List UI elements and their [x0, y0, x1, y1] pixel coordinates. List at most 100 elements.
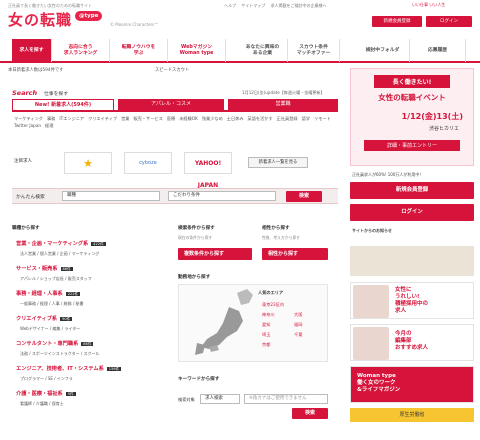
nav-history[interactable]: 応募履歴 [410, 39, 466, 62]
jobcat-label[interactable]: 事務・経理・人事系 [16, 291, 63, 297]
keyword-input[interactable]: ※角カナはご使用できません [244, 394, 328, 404]
tag-link[interactable]: 事務 [47, 116, 55, 121]
search-subheading: 仕事を探す [44, 92, 68, 97]
tag-link[interactable]: 経理 [45, 123, 53, 128]
sitemap-link[interactable]: サイトマップ [241, 3, 265, 8]
nav-folder[interactable]: 検討中フォルダ [356, 39, 410, 62]
nav-ranking[interactable]: 志向に合う 求人ランキング [52, 39, 110, 62]
new-jobs-list-button[interactable]: 新着求人一覧を見る [248, 157, 308, 168]
area-link[interactable]: 東京23区内 [262, 302, 284, 308]
employer-link[interactable]: 求人掲載をご検討中の企業様へ [271, 3, 327, 8]
jobcat-sub[interactable]: 法人営業 / 個人営業 / 企画 / マーケティング [20, 251, 99, 257]
multi-cond-button[interactable]: 複数条件から探す [178, 248, 252, 260]
japan-map[interactable] [178, 284, 328, 362]
tag-link[interactable]: 語学 [302, 116, 310, 121]
tag-link[interactable]: ITエンジニア [59, 116, 84, 121]
keyword-search-button[interactable]: 検索 [292, 408, 328, 419]
tag-link[interactable]: マーケティング [14, 116, 43, 121]
tag-link[interactable]: Twitter Japan [14, 123, 41, 128]
corp-logo-cyboze[interactable]: cyboze [124, 152, 172, 174]
corp-logo-yahoo[interactable]: YAHOO! JAPAN [184, 152, 232, 189]
jobcat-item[interactable]: 営業・企画・マーケティング系 422件 [16, 240, 106, 247]
tag-link[interactable]: 英語を活かす [248, 116, 273, 121]
corp-logo-star[interactable]: ★ [64, 152, 112, 174]
tag-link[interactable]: リモート [314, 116, 331, 121]
banner-subtitle: 女性の転職イベント [378, 93, 446, 102]
popular-area-label: 人気のエリア [258, 290, 284, 295]
promo-card[interactable]: Woman type 働く女のワーク &ライフマガジン [350, 366, 474, 403]
news-bar: 本日新着求人数は594件です スピードスカウト [8, 67, 328, 76]
map-heading: 勤務地から探す [178, 275, 211, 280]
nav-interested-companies[interactable]: あなたに興味の ある企業 [238, 39, 288, 62]
area-link[interactable]: 大阪 [294, 312, 302, 318]
jobcat-sub[interactable]: 法務 / スポーツインストラクター / スクール [20, 351, 99, 357]
nav-knowhow[interactable]: 転職ノウハウを 学ぶ [110, 39, 168, 62]
news-item[interactable]: スピードスカウト [155, 68, 189, 73]
jobcat-sub[interactable]: 一般事務 / 経理 / 人事 / 総務 / 秘書 [20, 301, 84, 307]
jobcat-sub[interactable]: アパレル / ショップ店長 / 販売スタッフ [20, 276, 92, 282]
featured-label: 注目求人 [14, 159, 32, 164]
condition-select[interactable]: こだわり条件 [168, 191, 276, 201]
tag-cloud: マーケティング 事務 ITエンジニア クリエイティブ 営業 販売・サービス 医療 未経験OK 残… [14, 116, 336, 130]
area-link[interactable]: 京都 [262, 342, 270, 348]
tag-link[interactable]: 土日休み [227, 116, 244, 121]
tag-link[interactable]: 販売・サービス [133, 116, 162, 121]
promo-card[interactable]: 女性に うれしい! 積極採用中の 求人 [350, 282, 474, 319]
tag-link[interactable]: 正社員登録 [277, 116, 298, 121]
side-login-button[interactable]: ログイン [350, 204, 474, 221]
jobcat-item[interactable]: コンサルタント・専門職系 86件 [16, 340, 94, 347]
jobcat-item[interactable]: クリエイティブ系 90件 [16, 315, 73, 322]
nav-scout-offer[interactable]: スカウト条件 マッチオファー [288, 39, 340, 62]
site-logo[interactable]: 女の転職 [8, 9, 72, 30]
banner-cta[interactable]: 詳細・事前エントリー [364, 140, 460, 151]
tag-link[interactable]: 残業少なめ [202, 116, 223, 121]
jobcat-label[interactable]: コンサルタント・専門職系 [16, 341, 78, 347]
tab-sales[interactable]: 営業職 [228, 99, 338, 110]
tag-link[interactable]: 医療 [167, 116, 175, 121]
area-link[interactable]: 千葉 [294, 332, 302, 338]
tag-link[interactable]: 未経験OK [179, 116, 198, 121]
jobcat-item[interactable]: エンジニア、技術者、IT・システム系 156件 [16, 365, 122, 372]
moomin-banner[interactable] [350, 246, 474, 276]
promo-card-label: 今月の 編集部 おすすめ求人 [395, 331, 429, 352]
aisho-button[interactable]: 相性から探す [262, 248, 328, 260]
jobcat-item[interactable]: サービス・販売系 86件 [16, 265, 73, 272]
side-new-member-button[interactable]: 新規会員登録 [350, 182, 474, 199]
jobcat-label[interactable]: サービス・販売系 [16, 266, 58, 272]
promo-card[interactable]: 今月の 編集部 おすすめ求人 [350, 324, 474, 361]
jobcat-sub[interactable]: プログラマー / SE / インフラ [20, 376, 73, 382]
update-date: 1月12日(金)update【毎週火曜・金曜更新】 [242, 90, 325, 95]
tag-link[interactable]: 営業 [121, 116, 129, 121]
keyword-target-select[interactable]: 求人検索 [200, 394, 240, 404]
area-link[interactable]: 神奈川 [262, 312, 275, 318]
jobcat-label[interactable]: エンジニア、技術者、IT・システム系 [16, 366, 104, 372]
jobcat-sub[interactable]: 看護師 / 介護職 / 保育士 [20, 401, 64, 407]
jobcat-label[interactable]: 介護・医療・福祉系 [16, 391, 63, 397]
area-link[interactable]: 埼玉 [262, 332, 270, 338]
new-member-button[interactable]: 新規会員登録 [372, 16, 422, 27]
jobcat-label[interactable]: クリエイティブ系 [16, 316, 57, 322]
search-button[interactable]: 検索 [286, 191, 322, 202]
jobcat-label[interactable]: 営業・企画・マーケティング系 [16, 241, 88, 247]
login-button[interactable]: ログイン [426, 16, 472, 27]
area-link[interactable]: 福岡 [294, 322, 302, 328]
tab-apparel[interactable]: アパレル・コスメ [118, 99, 224, 110]
jobcat-count: 86件 [81, 342, 94, 346]
jobcat-count: 422件 [91, 242, 106, 246]
help-link[interactable]: ヘルプ [224, 3, 236, 8]
job-type-select[interactable]: 職種 [62, 191, 160, 201]
area-link[interactable]: 愛知 [262, 322, 270, 328]
jobcat-heading: 職種から探す [12, 226, 40, 231]
tag-link[interactable]: クリエイティブ [88, 116, 117, 121]
nav-webmagazine[interactable]: Webマガジン Woman type [168, 39, 226, 62]
jobcat-item[interactable]: 介護・医療・福祉系 5件 [16, 390, 76, 397]
nav-find-jobs[interactable]: 求人を探す [12, 39, 52, 62]
tab-new-jobs[interactable]: New! 新着求人(594件) [12, 99, 114, 110]
news-item[interactable]: 本日新着求人数は594件です [8, 68, 63, 73]
jobcat-sub[interactable]: Webデザイナー / 編集 / ライター [20, 326, 80, 332]
event-banner[interactable]: 長く働きたい! 女性の転職イベント 1/12(金)13(土) 渋谷ヒカリエ 詳細… [350, 68, 474, 166]
jobcat-count: 5件 [65, 392, 76, 396]
mhlw-banner[interactable]: 厚生労働省 [350, 408, 474, 422]
jobcat-item[interactable]: 事務・経理・人事系 222件 [16, 290, 81, 297]
banner-venue: 渋谷ヒカリエ [428, 126, 459, 132]
